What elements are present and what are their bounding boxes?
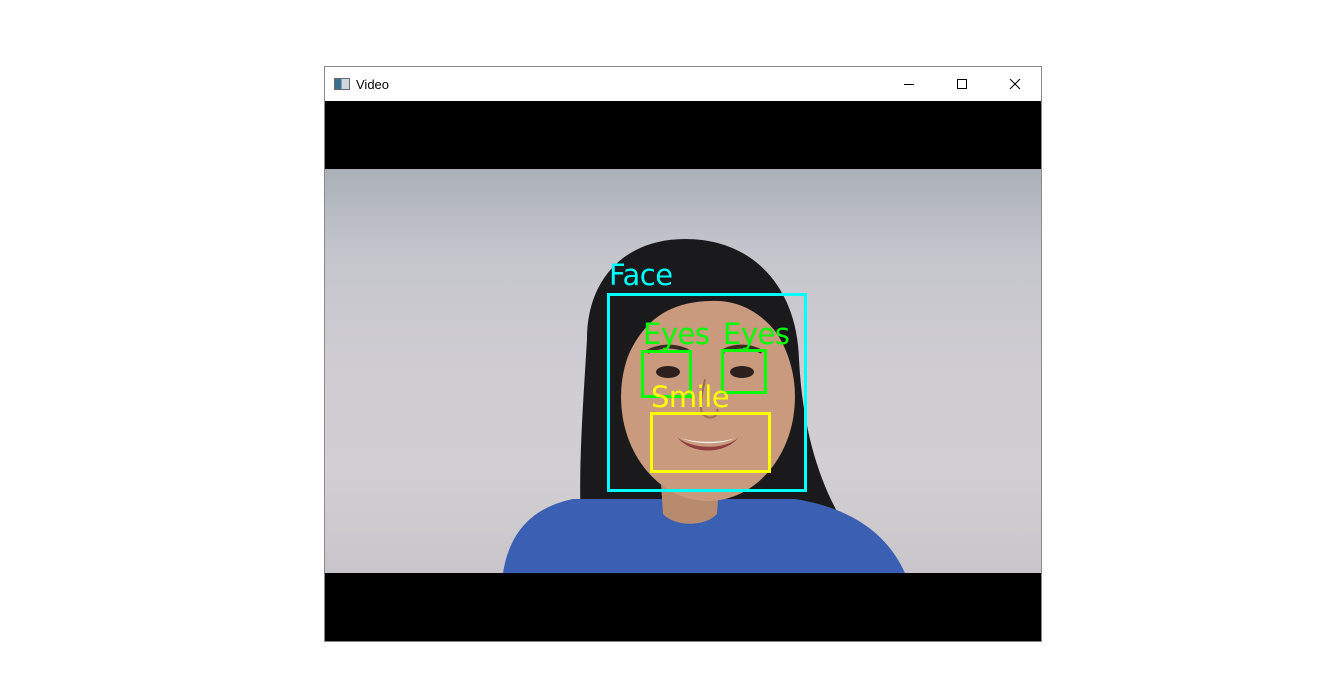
video-canvas: Face Eyes Eyes Smile: [325, 101, 1041, 641]
app-window-icon: [334, 78, 350, 90]
window-controls: [882, 67, 1041, 101]
minimize-button[interactable]: [882, 67, 935, 101]
right-eye-label: Eyes: [723, 317, 790, 351]
maximize-icon: [956, 79, 967, 89]
smile-label: Smile: [651, 380, 730, 414]
face-label: Face: [609, 258, 673, 292]
title-bar[interactable]: Video: [325, 67, 1041, 101]
minimize-icon: [903, 84, 914, 85]
smile-detection-box: [650, 412, 771, 473]
window-title: Video: [356, 76, 390, 92]
close-icon: [1009, 78, 1020, 90]
left-eye-label: Eyes: [643, 317, 710, 351]
close-button[interactable]: [988, 67, 1041, 101]
video-window: Video Face Eyes Eyes Smile: [324, 66, 1042, 642]
camera-frame: Face Eyes Eyes Smile: [325, 169, 1041, 573]
maximize-button[interactable]: [935, 67, 988, 101]
